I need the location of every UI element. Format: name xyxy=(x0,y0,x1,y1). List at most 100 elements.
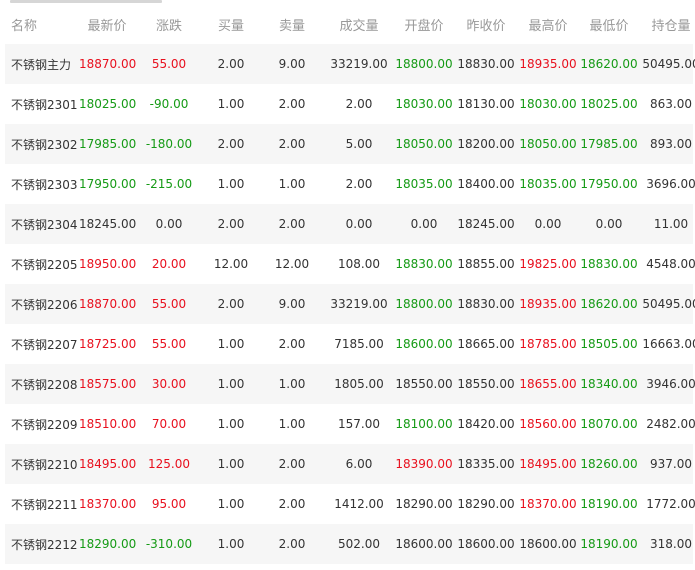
cell-bid-volume: 1.00 xyxy=(217,417,245,431)
cell-ask-volume: 2.00 xyxy=(278,97,306,111)
cell-open: 18035.00 xyxy=(395,177,453,191)
cell-open-interest: 3696.00 xyxy=(646,177,695,191)
table-body: 不锈钢主力 18870.00 55.00 2.00 9.00 33219.00 18800.… xyxy=(5,44,695,564)
cell-bid-volume: 1.00 xyxy=(217,377,245,391)
table-row[interactable]: 不锈钢2302 17985.00 -180.00 2.00 2.00 5.00 18050.… xyxy=(5,124,693,164)
contract-name[interactable]: 不锈钢2303 xyxy=(5,176,79,193)
cell-low: 18505.00 xyxy=(580,337,638,351)
cell-high: 18495.00 xyxy=(519,457,577,471)
table-row[interactable]: 不锈钢2212 18290.00 -310.00 1.00 2.00 502.00 1860… xyxy=(5,524,693,564)
column-header-high[interactable]: 最高价 xyxy=(517,15,579,34)
column-header-low[interactable]: 最低价 xyxy=(579,15,639,34)
contract-name[interactable]: 不锈钢2302 xyxy=(5,136,79,153)
cell-low: 18830.00 xyxy=(580,257,638,271)
cell-high: 18560.00 xyxy=(519,417,577,431)
cell-prev-close: 18200.00 xyxy=(457,137,515,151)
cell-ask-volume: 1.00 xyxy=(278,377,306,391)
contract-name[interactable]: 不锈钢2212 xyxy=(5,536,79,553)
cell-last-price: 17985.00 xyxy=(79,137,137,151)
cell-open: 18290.00 xyxy=(395,497,453,511)
column-header-bid-volume[interactable]: 买量 xyxy=(203,15,259,34)
cell-low: 18025.00 xyxy=(580,97,638,111)
column-header-volume[interactable]: 成交量 xyxy=(325,15,393,34)
cell-volume: 1805.00 xyxy=(334,377,384,391)
table-row[interactable]: 不锈钢2208 18575.00 30.00 1.00 1.00 1805.00 18550… xyxy=(5,364,695,404)
contract-name[interactable]: 不锈钢2205 xyxy=(5,256,79,273)
column-header-name[interactable]: 名称 xyxy=(5,15,79,34)
cell-open-interest: 16663.00 xyxy=(642,337,695,351)
column-header-last-price[interactable]: 最新价 xyxy=(79,15,135,34)
cell-open-interest: 863.00 xyxy=(650,97,692,111)
cell-last-price: 18575.00 xyxy=(79,377,137,391)
cell-low: 18340.00 xyxy=(580,377,638,391)
column-header-open-interest[interactable]: 持仓量 xyxy=(639,15,695,34)
cell-ask-volume: 2.00 xyxy=(278,217,306,231)
cell-low: 18620.00 xyxy=(580,297,638,311)
contract-name[interactable]: 不锈钢2209 xyxy=(5,416,79,433)
table-row[interactable]: 不锈钢2206 18870.00 55.00 2.00 9.00 33219.00 1880… xyxy=(5,284,695,324)
cell-change: 30.00 xyxy=(151,377,187,391)
cell-high: 0.00 xyxy=(534,217,562,231)
table-row[interactable]: 不锈钢2301 18025.00 -90.00 1.00 2.00 2.00 18030.0… xyxy=(5,84,693,124)
contract-name[interactable]: 不锈钢2206 xyxy=(5,296,79,313)
column-header-change[interactable]: 涨跌 xyxy=(135,15,203,34)
cell-change: 125.00 xyxy=(148,457,190,471)
table-row[interactable]: 不锈钢主力 18870.00 55.00 2.00 9.00 33219.00 18800.… xyxy=(5,44,695,84)
cell-low: 18620.00 xyxy=(580,57,638,71)
column-header-ask-volume[interactable]: 卖量 xyxy=(259,15,325,34)
cell-low: 18190.00 xyxy=(580,497,638,511)
contract-name[interactable]: 不锈钢2304 xyxy=(5,216,79,233)
cell-ask-volume: 2.00 xyxy=(278,457,306,471)
cell-change: -215.00 xyxy=(145,177,193,191)
table-row[interactable]: 不锈钢2209 18510.00 70.00 1.00 1.00 157.00 18100.… xyxy=(5,404,695,444)
column-header-open[interactable]: 开盘价 xyxy=(393,15,455,34)
cell-last-price: 18725.00 xyxy=(79,337,137,351)
table-row[interactable]: 不锈钢2303 17950.00 -215.00 1.00 1.00 2.00 18035.… xyxy=(5,164,695,204)
column-header-prev-close[interactable]: 昨收价 xyxy=(455,15,517,34)
cell-change: -90.00 xyxy=(149,97,189,111)
cell-prev-close: 18830.00 xyxy=(457,57,515,71)
cell-bid-volume: 1.00 xyxy=(217,457,245,471)
cell-ask-volume: 9.00 xyxy=(278,57,306,71)
cell-change: 70.00 xyxy=(151,417,187,431)
cell-low: 17985.00 xyxy=(580,137,638,151)
cell-last-price: 18510.00 xyxy=(79,417,137,431)
table-row[interactable]: 不锈钢2210 18495.00 125.00 1.00 2.00 6.00 18390.0… xyxy=(5,444,693,484)
cell-prev-close: 18420.00 xyxy=(457,417,515,431)
table-row[interactable]: 不锈钢2211 18370.00 95.00 1.00 2.00 1412.00 18290… xyxy=(5,484,695,524)
contract-name[interactable]: 不锈钢2301 xyxy=(5,96,79,113)
cell-volume: 5.00 xyxy=(345,137,373,151)
cell-change: 55.00 xyxy=(151,57,187,71)
cell-volume: 502.00 xyxy=(338,537,380,551)
cell-open: 18390.00 xyxy=(395,457,453,471)
cell-bid-volume: 1.00 xyxy=(217,97,245,111)
contract-name[interactable]: 不锈钢2207 xyxy=(5,336,79,353)
cell-open: 18030.00 xyxy=(395,97,453,111)
cell-ask-volume: 2.00 xyxy=(278,537,306,551)
cell-bid-volume: 1.00 xyxy=(217,537,245,551)
cell-open-interest: 318.00 xyxy=(650,537,692,551)
cell-volume: 1412.00 xyxy=(334,497,384,511)
cell-prev-close: 18290.00 xyxy=(457,497,515,511)
cell-bid-volume: 1.00 xyxy=(217,177,245,191)
contract-name[interactable]: 不锈钢2211 xyxy=(5,496,79,513)
cell-volume: 0.00 xyxy=(345,217,373,231)
cell-prev-close: 18335.00 xyxy=(457,457,515,471)
cell-change: -310.00 xyxy=(145,537,193,551)
cell-last-price: 18025.00 xyxy=(79,97,137,111)
table-row[interactable]: 不锈钢2207 18725.00 55.00 1.00 2.00 7185.00 18600… xyxy=(5,324,695,364)
cell-volume: 108.00 xyxy=(338,257,380,271)
cell-ask-volume: 9.00 xyxy=(278,297,306,311)
contract-name[interactable]: 不锈钢2210 xyxy=(5,456,79,473)
table-row[interactable]: 不锈钢2304 18245.00 0.00 2.00 2.00 0.00 0.00 18245… xyxy=(5,204,693,244)
cell-volume: 33219.00 xyxy=(330,297,388,311)
cell-high: 18050.00 xyxy=(519,137,577,151)
horizontal-scroll-indicator[interactable] xyxy=(10,0,162,3)
cell-ask-volume: 1.00 xyxy=(278,417,306,431)
cell-prev-close: 18245.00 xyxy=(457,217,515,231)
contract-name[interactable]: 不锈钢主力 xyxy=(5,56,79,73)
table-row[interactable]: 不锈钢2205 18950.00 20.00 12.00 12.00 108.00 1883… xyxy=(5,244,695,284)
contract-name[interactable]: 不锈钢2208 xyxy=(5,376,79,393)
cell-last-price: 18870.00 xyxy=(79,57,137,71)
cell-open-interest: 2482.00 xyxy=(646,417,695,431)
